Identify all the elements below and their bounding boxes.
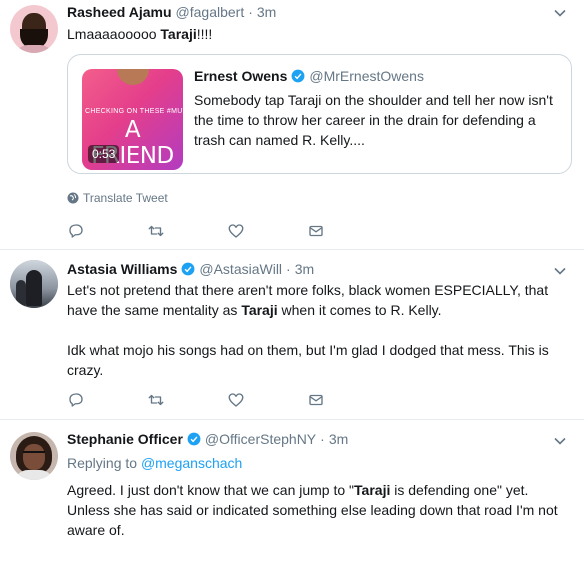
tweet-header: Stephanie Officer @OfficerStephNY · 3m [67,431,348,447]
replying-to: Replying to @meganschach [67,455,242,471]
verified-icon [181,262,195,276]
video-thumbnail[interactable]: CHECKING ON THESE #MUTE FOR A FRIEND 0:5… [82,69,183,170]
quoted-header: Ernest Owens @MrErnestOwens [194,68,424,84]
author-handle[interactable]: @OfficerStephNY [205,431,316,447]
tweet-text-bold: Taraji [354,482,391,498]
replying-label: Replying to [67,455,141,471]
verified-icon [291,69,305,83]
tweet-actions [67,390,387,410]
timestamp[interactable]: 3m [295,261,314,277]
tweet-text-part: when it comes to R. Kelly. [277,302,442,318]
author-handle[interactable]: @fagalbert [176,4,245,20]
like-button[interactable] [227,221,307,241]
tweet-text: Lmaaaaooooo Taraji!!!! [67,24,567,44]
chevron-down-icon[interactable] [554,267,566,275]
tweet-text: Let's not pretend that there aren't more… [67,280,567,320]
author-handle[interactable]: @AstasiaWill [199,261,282,277]
message-button[interactable] [307,390,387,410]
quoted-text: Somebody tap Taraji on the shoulder and … [194,92,553,148]
avatar-glasses [23,451,45,456]
like-icon [228,393,244,407]
separator: · [286,261,291,277]
avatar-shirt [14,45,54,53]
quoted-author-handle[interactable]: @MrErnestOwens [309,68,424,84]
verified-icon [187,432,201,446]
message-icon [309,394,323,406]
tweet-text: Agreed. I just don't know that we can ju… [67,480,567,540]
avatar-figure [16,280,26,308]
tweet-stephanie[interactable]: Stephanie Officer @OfficerStephNY · 3m R… [0,420,584,584]
chevron-down-icon[interactable] [554,437,566,445]
thumbnail-hand [117,69,149,85]
avatar[interactable] [10,260,58,308]
avatar-figure [26,270,42,306]
video-duration: 0:53 [88,145,120,163]
avatar-face [23,444,45,470]
tweet-text-bold: Taraji [241,302,278,318]
translate-label[interactable]: Translate Tweet [83,191,168,205]
author-name[interactable]: Stephanie Officer [67,431,183,447]
tweet-text-part: !!!! [196,26,213,42]
thumbnail-caption-small: CHECKING ON THESE #MUTE FOR [85,108,183,115]
separator: · [248,4,253,20]
quoted-tweet[interactable]: CHECKING ON THESE #MUTE FOR A FRIEND 0:5… [67,54,572,174]
retweet-icon [148,394,164,406]
author-name[interactable]: Astasia Williams [67,261,177,277]
tweet-text-paragraph: Idk what mojo his songs had on them, but… [67,342,549,378]
tweet-text-part: Agreed. I just don't know that we can ju… [67,482,355,498]
message-button[interactable] [307,221,387,241]
like-icon [228,224,244,238]
retweet-button[interactable] [147,390,227,410]
tweet-actions [67,221,387,241]
tweet-header: Rasheed Ajamu @fagalbert · 3m [67,4,276,20]
avatar-shirt [14,470,54,480]
tweet-text-bold: Taraji [160,26,197,42]
timestamp[interactable]: 3m [329,431,348,447]
chevron-down-icon[interactable] [554,9,566,17]
globe-icon [67,192,79,204]
separator: · [320,431,325,447]
avatar[interactable] [10,5,58,53]
like-button[interactable] [227,390,307,410]
retweet-icon [148,225,164,237]
tweet-astasia[interactable]: Astasia Williams @AstasiaWill · 3m Let's… [0,250,584,420]
reply-icon [69,393,83,407]
tweet-header: Astasia Williams @AstasiaWill · 3m [67,261,314,277]
reply-icon [69,224,83,238]
translate-tweet[interactable]: Translate Tweet [67,191,168,205]
avatar[interactable] [10,432,58,480]
author-name[interactable]: Rasheed Ajamu [67,4,172,20]
tweet-rasheed[interactable]: Rasheed Ajamu @fagalbert · 3m Lmaaaaoooo… [0,0,584,250]
quoted-author-name[interactable]: Ernest Owens [194,68,287,84]
replying-to-link[interactable]: @meganschach [141,455,242,471]
tweet-text-part: Lmaaaaooooo [67,26,161,42]
reply-button[interactable] [67,390,147,410]
retweet-button[interactable] [147,221,227,241]
message-icon [309,225,323,237]
timestamp[interactable]: 3m [257,4,276,20]
reply-button[interactable] [67,221,147,241]
